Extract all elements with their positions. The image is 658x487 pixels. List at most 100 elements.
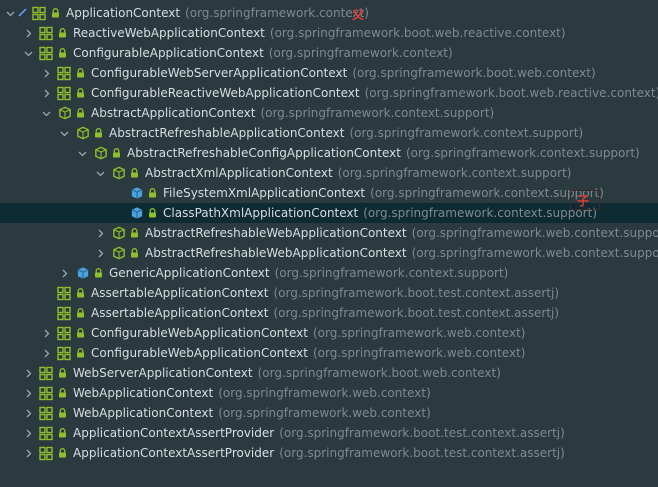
abstract-icon (93, 146, 108, 161)
chevron-right-icon[interactable] (22, 383, 34, 403)
type-name: ApplicationContext (66, 6, 181, 20)
tree-row[interactable]: AbstractApplicationContext (org.springfra… (0, 103, 658, 123)
tree-row[interactable]: ApplicationContext (org.springframework.c… (0, 3, 658, 23)
lock-icon (58, 368, 67, 378)
interface-icon (57, 306, 72, 321)
tree-row[interactable]: AssertableApplicationContext (org.springf… (0, 283, 658, 303)
lock-icon (130, 248, 139, 258)
lock-icon (76, 88, 85, 98)
lock-icon (94, 268, 103, 278)
lock-icon (76, 288, 85, 298)
chevron-right-icon[interactable] (22, 23, 34, 43)
lock-icon (130, 168, 139, 178)
chevron-right-icon[interactable] (40, 83, 52, 103)
chevron-right-icon[interactable] (22, 423, 34, 443)
type-name: WebApplicationContext (73, 406, 214, 420)
lock-icon (58, 408, 67, 418)
tree-row[interactable]: WebApplicationContext (org.springframewor… (0, 403, 658, 423)
package-name: (org.springframework.context.support) (337, 166, 572, 180)
type-name: AbstractRefreshableApplicationContext (109, 126, 345, 140)
interface-icon (39, 446, 54, 461)
chevron-right-icon[interactable] (94, 223, 106, 243)
lock-icon (58, 448, 67, 458)
type-name: ClassPathXmlApplicationContext (163, 206, 359, 220)
chevron-right-icon[interactable] (40, 323, 52, 343)
tree-row[interactable]: ConfigurableWebApplicationContext (org.sp… (0, 323, 658, 343)
interface-icon (57, 66, 72, 81)
tree-row[interactable]: AssertableApplicationContext (org.springf… (0, 303, 658, 323)
tree-row[interactable]: AbstractXmlApplicationContext (org.spring… (0, 163, 658, 183)
package-name: (org.springframework.context.support) (370, 186, 604, 200)
lock-icon (76, 68, 85, 78)
tree-row[interactable]: FileSystemXmlApplicationContext (org.spri… (0, 183, 658, 203)
type-name: AssertableApplicationContext (91, 286, 269, 300)
type-name: AbstractApplicationContext (91, 106, 256, 120)
chevron-right-icon[interactable] (22, 403, 34, 423)
chevron-down-icon[interactable] (22, 43, 34, 63)
tree-row[interactable]: ReactiveWebApplicationContext (org.spring… (0, 23, 658, 43)
package-name: (org.springframework.boot.test.context.a… (273, 286, 560, 300)
type-name: ApplicationContextAssertProvider (73, 446, 275, 460)
interface-icon (57, 286, 72, 301)
tree-row[interactable]: WebServerApplicationContext (org.springfr… (0, 363, 658, 383)
chevron-down-icon[interactable] (76, 143, 88, 163)
tree-row[interactable]: AbstractRefreshableWebApplicationContext… (0, 243, 658, 263)
interface-icon (39, 386, 54, 401)
lock-icon (58, 28, 67, 38)
package-name: (org.springframework.context.support) (363, 206, 598, 220)
package-name: (org.springframework.context) (268, 46, 453, 60)
abstract-icon (111, 246, 126, 261)
interface-icon (32, 6, 47, 21)
tree-row[interactable]: AbstractRefreshableConfigApplicationCont… (0, 143, 658, 163)
chevron-down-icon[interactable] (94, 163, 106, 183)
package-name: (org.springframework.web.context) (312, 326, 526, 340)
tree-row[interactable]: ApplicationContextAssertProvider (org.spr… (0, 423, 658, 443)
lock-icon (76, 348, 85, 358)
type-name: AbstractRefreshableWebApplicationContext (145, 246, 407, 260)
tree-row[interactable]: GenericApplicationContext (org.springfram… (0, 263, 658, 283)
package-name: (org.springframework.context.support) (274, 266, 509, 280)
lock-icon (58, 48, 67, 58)
chevron-right-icon[interactable] (94, 243, 106, 263)
tree-row[interactable]: ApplicationContextAssertProvider (org.spr… (0, 443, 658, 463)
chevron-down-icon[interactable] (58, 123, 70, 143)
tree-row[interactable]: ConfigurableReactiveWebApplicationContex… (0, 83, 658, 103)
tree-row[interactable]: ConfigurableWebServerApplicationContext (… (0, 63, 658, 83)
interface-icon (39, 366, 54, 381)
lock-icon (58, 388, 67, 398)
chevron-right-icon[interactable] (58, 263, 70, 283)
lock-icon (148, 188, 157, 198)
chevron-right-icon[interactable] (40, 343, 52, 363)
package-name: (org.springframework.context.support) (260, 106, 495, 120)
chevron-right-icon[interactable] (40, 63, 52, 83)
type-name: FileSystemXmlApplicationContext (163, 186, 366, 200)
child-annotation: 子 (577, 194, 590, 208)
lock-icon (148, 208, 157, 218)
lock-icon (51, 8, 60, 18)
lock-icon (76, 328, 85, 338)
tree-row[interactable]: ConfigurableApplicationContext (org.sprin… (0, 43, 658, 63)
type-hierarchy-tree: ApplicationContextAssertProvider (org.spr… (0, 0, 658, 487)
interface-icon (39, 46, 54, 61)
abstract-icon (111, 166, 126, 181)
type-name: WebApplicationContext (73, 386, 214, 400)
lock-icon (130, 228, 139, 238)
chevron-down-icon[interactable] (40, 103, 52, 123)
interface-icon (57, 86, 72, 101)
parent-annotation: 父 (352, 8, 365, 22)
chevron-right-icon[interactable] (22, 443, 34, 463)
tree-row[interactable]: WebApplicationContext (org.springframewor… (0, 383, 658, 403)
tree-row[interactable]: AbstractRefreshableWebApplicationContext… (0, 223, 658, 243)
interface-icon (39, 406, 54, 421)
tree-row[interactable]: ClassPathXmlApplicationContext (org.sprin… (0, 203, 658, 223)
tree-row[interactable]: ConfigurableWebApplicationContext (org.sp… (0, 343, 658, 363)
abstract-icon (75, 126, 90, 141)
package-name: (org.springframework.boot.test.context.a… (279, 426, 565, 440)
chevron-right-icon[interactable] (22, 363, 34, 383)
lock-icon (76, 108, 85, 118)
type-name: ApplicationContextAssertProvider (73, 426, 275, 440)
chevron-down-icon[interactable] (4, 3, 16, 23)
tree-row[interactable]: AbstractRefreshableApplicationContext (or… (0, 123, 658, 143)
type-name: ConfigurableReactiveWebApplicationContex… (91, 86, 360, 100)
package-name: (org.springframework.context) (185, 6, 369, 20)
